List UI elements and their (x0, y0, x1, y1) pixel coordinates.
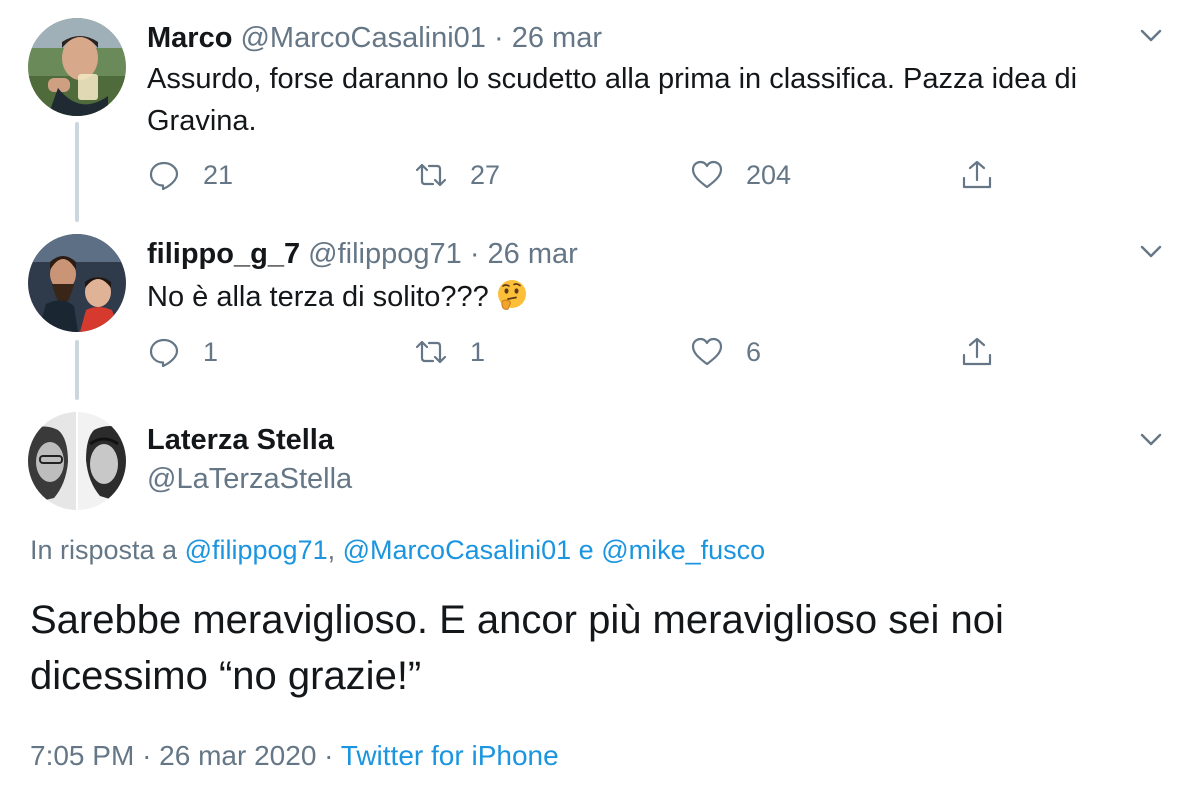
share-icon (962, 160, 992, 189)
share-icon (962, 337, 992, 366)
reply-icon (149, 161, 179, 191)
chevron-down-icon[interactable] (1136, 424, 1166, 454)
thinking-face-emoji-icon (497, 280, 526, 310)
like-icon (691, 160, 723, 189)
like-button[interactable]: 204 (690, 157, 791, 193)
tweet-text: Assurdo, forse daranno lo scudetto alla … (147, 63, 1078, 137)
replying-to: In risposta a @filippog71, @MarcoCasalin… (30, 532, 765, 568)
tweet-time[interactable]: 7:05 PM (30, 740, 134, 771)
like-count: 204 (746, 159, 792, 190)
separator-dot: · (324, 740, 334, 771)
chevron-down-icon[interactable] (1136, 236, 1166, 266)
reply-and: e (578, 535, 594, 565)
display-name[interactable]: Marco (147, 22, 232, 54)
tweet-meta: 7:05 PM · 26 mar 2020 · Twitter for iPho… (30, 738, 559, 774)
share-button[interactable] (960, 157, 994, 193)
retweet-count: 27 (470, 159, 501, 190)
like-icon (691, 337, 723, 366)
avatar-marco[interactable] (28, 18, 126, 116)
tweet-date[interactable]: 26 mar (488, 238, 578, 270)
tweet-text-content: No è alla terza di solito??? (147, 281, 489, 313)
avatar-filippo[interactable] (28, 234, 126, 332)
reply-count: 1 (203, 336, 219, 367)
main-tweet-text: Sarebbe meraviglioso. E ancor più meravi… (30, 598, 1004, 698)
thread-line (75, 340, 79, 400)
tweet-header: filippo_g_7 @filippog71 · 26 mar (147, 236, 578, 272)
mention-link[interactable]: @mike_fusco (601, 535, 765, 565)
thread-line (75, 122, 79, 222)
tweet-text: No è alla terza di solito??? (147, 276, 1157, 318)
reply-button[interactable]: 1 (147, 334, 218, 370)
retweet-button[interactable]: 1 (414, 334, 485, 370)
separator-dot: · (142, 740, 152, 771)
tweet-full-date[interactable]: 26 mar 2020 (159, 740, 316, 771)
user-handle[interactable]: @MarcoCasalini01 (240, 22, 485, 54)
main-user-handle[interactable]: @LaTerzaStella (147, 461, 352, 497)
retweet-icon (415, 340, 447, 364)
mention-link[interactable]: @filippog71 (185, 535, 328, 565)
share-button[interactable] (960, 334, 994, 370)
reply-prefix: In risposta a (30, 535, 178, 565)
separator-dot: · (469, 238, 480, 270)
retweet-count: 1 (470, 336, 486, 367)
reply-button[interactable]: 21 (147, 157, 233, 193)
reply-count: 21 (203, 159, 234, 190)
like-button[interactable]: 6 (690, 334, 761, 370)
display-name[interactable]: filippo_g_7 (147, 238, 300, 270)
user-handle[interactable]: @filippog71 (308, 238, 462, 270)
retweet-button[interactable]: 27 (414, 157, 500, 193)
tweet-source-link[interactable]: Twitter for iPhone (341, 740, 559, 771)
chevron-down-icon[interactable] (1136, 20, 1166, 50)
mention-link[interactable]: @MarcoCasalini01 (343, 535, 572, 565)
separator-dot: · (493, 22, 504, 54)
retweet-icon (415, 163, 447, 187)
reply-icon (149, 338, 179, 368)
tweet-header: Marco @MarcoCasalini01 · 26 mar (147, 20, 602, 56)
reply-comma: , (327, 535, 336, 565)
avatar-laterza-stella[interactable] (28, 412, 126, 510)
main-display-name[interactable]: Laterza Stella (147, 422, 334, 458)
like-count: 6 (746, 336, 762, 367)
tweet-date[interactable]: 26 mar (512, 22, 602, 54)
